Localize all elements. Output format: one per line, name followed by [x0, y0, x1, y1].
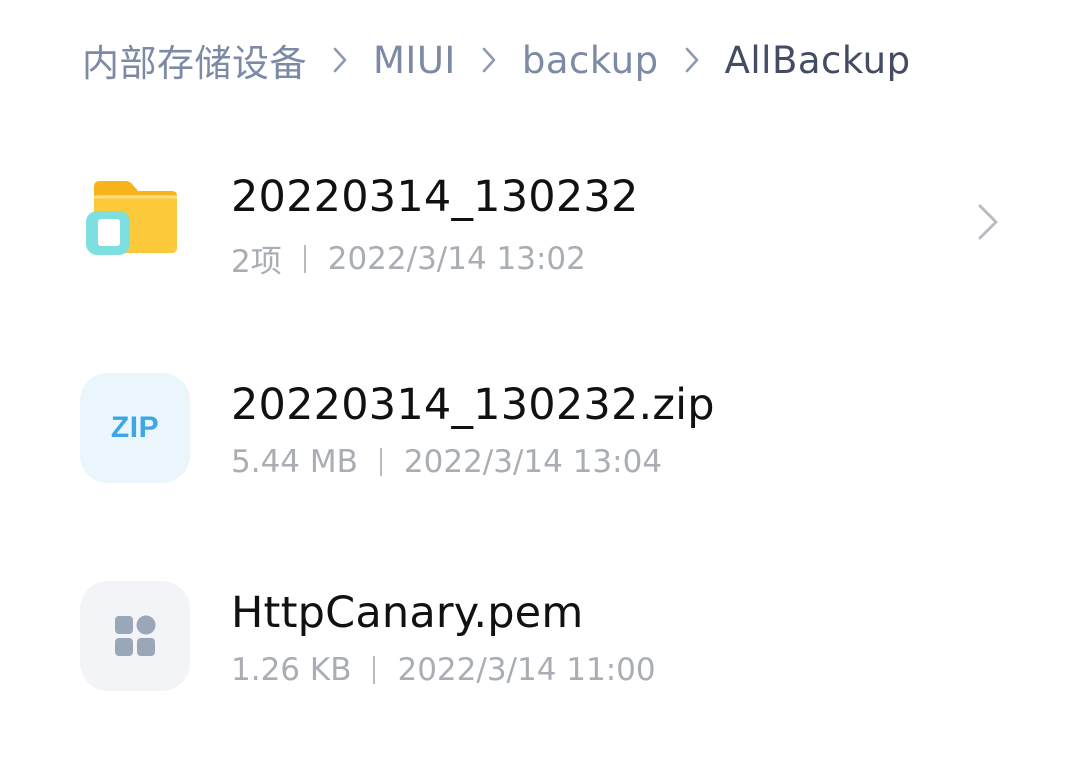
meta-divider [373, 656, 376, 684]
file-meta: 2项 2022/3/14 13:02 [231, 236, 586, 281]
file-list: 20220314_130232 2项 2022/3/14 13:02 ZIP 2… [0, 140, 1080, 764]
file-item-count: 2项 [231, 244, 282, 280]
file-size: 5.44 MB [231, 444, 358, 480]
breadcrumb-item-allbackup: AllBackup [724, 38, 911, 82]
file-row-folder[interactable]: 20220314_130232 2项 2022/3/14 13:02 [0, 140, 1080, 348]
file-size: 1.26 KB [231, 652, 352, 688]
file-modified-date: 2022/3/14 11:00 [397, 652, 656, 688]
file-name: HttpCanary.pem [231, 588, 584, 638]
file-modified-date: 2022/3/14 13:02 [327, 240, 586, 277]
file-name: 20220314_130232 [231, 172, 639, 222]
meta-divider [379, 448, 382, 476]
chevron-right-icon [972, 200, 1004, 244]
breadcrumb-item-backup[interactable]: backup [522, 39, 659, 82]
breadcrumb-item-miui[interactable]: MIUI [373, 39, 456, 82]
file-meta: 5.44 MB 2022/3/14 13:04 [231, 444, 662, 480]
file-row-zip[interactable]: ZIP 20220314_130232.zip 5.44 MB 2022/3/1… [0, 348, 1080, 556]
chevron-right-icon [659, 40, 725, 80]
chevron-right-icon [307, 40, 373, 80]
zip-icon-label: ZIP [110, 411, 160, 444]
file-row-pem[interactable]: HttpCanary.pem 1.26 KB 2022/3/14 11:00 [0, 556, 1080, 764]
folder-icon [80, 165, 190, 275]
chevron-right-icon [456, 40, 522, 80]
breadcrumb: 内部存储设备 MIUI backup AllBackup [82, 30, 911, 90]
file-name: 20220314_130232.zip [231, 380, 715, 430]
file-meta: 1.26 KB 2022/3/14 11:00 [231, 652, 656, 688]
generic-file-icon [80, 581, 190, 691]
file-modified-date: 2022/3/14 13:04 [403, 444, 663, 480]
meta-divider [303, 244, 306, 273]
zip-file-icon: ZIP [80, 373, 190, 483]
breadcrumb-item-internal-storage[interactable]: 内部存储设备 [82, 33, 307, 87]
